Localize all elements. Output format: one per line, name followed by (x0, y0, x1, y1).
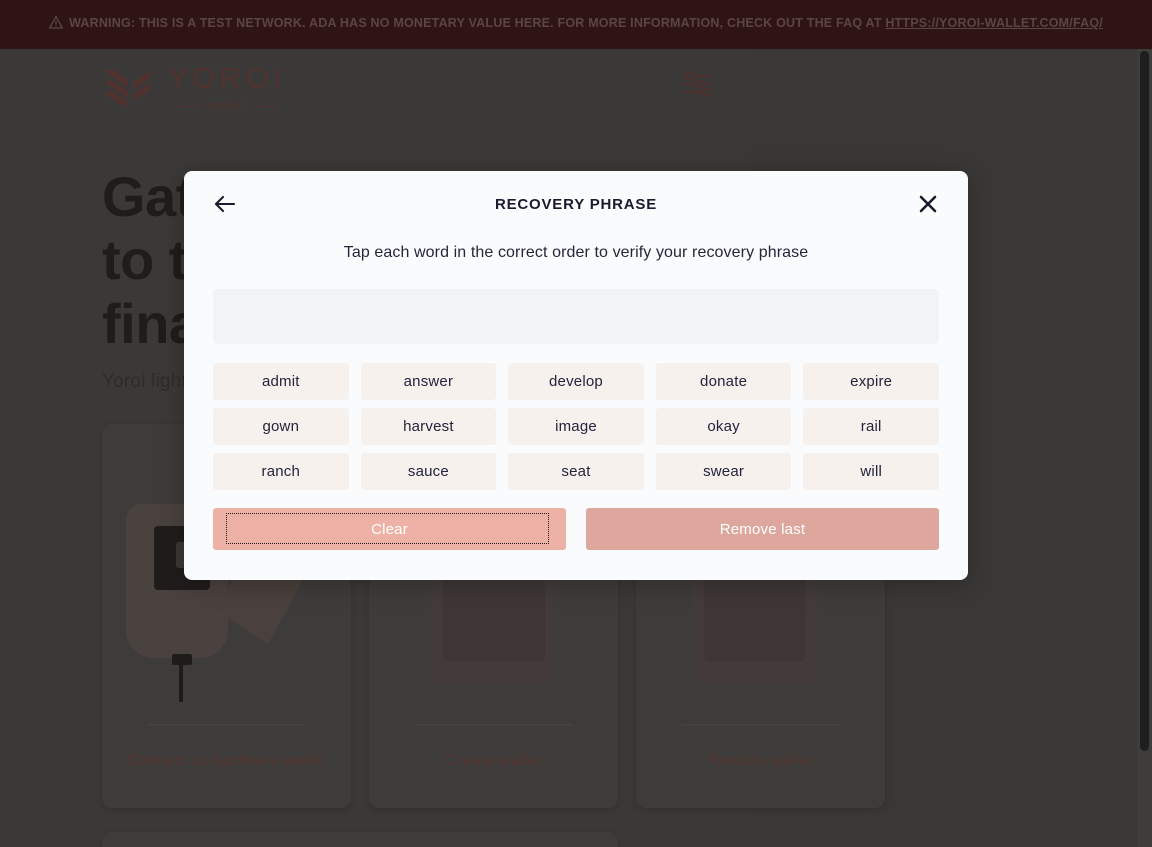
close-button[interactable] (914, 190, 942, 218)
selected-phrase-box[interactable] (213, 289, 939, 344)
warning-banner-text: WARNING: THIS IS A TEST NETWORK. ADA HAS… (48, 13, 1103, 36)
dialog-actions: Clear Remove last (213, 508, 939, 550)
faq-link[interactable]: HTTPS://YOROI-WALLET.COM/FAQ/ (885, 16, 1103, 30)
word-chip[interactable]: gown (213, 408, 349, 445)
word-chip[interactable]: admit (213, 363, 349, 400)
arrow-left-icon (214, 195, 236, 213)
back-button[interactable] (212, 191, 238, 217)
word-chip[interactable]: swear (655, 453, 792, 490)
word-chip[interactable]: donate (655, 363, 792, 400)
warning-triangle-icon (48, 15, 64, 36)
word-chip[interactable]: expire (803, 363, 939, 400)
word-chip[interactable]: sauce (360, 453, 497, 490)
close-x-icon (919, 195, 937, 213)
word-chip[interactable]: develop (508, 363, 644, 400)
word-chip[interactable]: will (803, 453, 939, 490)
dialog-header: RECOVERY PHRASE (184, 171, 968, 237)
word-chip[interactable]: ranch (213, 453, 349, 490)
word-chip[interactable]: image (508, 408, 644, 445)
word-chip[interactable]: seat (508, 453, 644, 490)
warning-text: WARNING: THIS IS A TEST NETWORK. ADA HAS… (69, 16, 886, 31)
dialog-title: RECOVERY PHRASE (494, 195, 658, 213)
remove-last-button-label: Remove last (719, 520, 806, 538)
clear-button-label: Clear (371, 520, 408, 538)
clear-button[interactable]: Clear (213, 508, 566, 550)
word-chip[interactable]: harvest (360, 408, 497, 445)
word-chip[interactable]: okay (655, 408, 792, 445)
word-choice-grid: admit answer develop donate expire gown … (213, 363, 939, 490)
dialog-instruction: Tap each word in the correct order to ve… (343, 244, 809, 261)
word-chip[interactable]: rail (803, 408, 939, 445)
recovery-phrase-dialog: RECOVERY PHRASE Tap each word in the cor… (184, 171, 968, 580)
app-root: WARNING: THIS IS A TEST NETWORK. ADA HAS… (0, 0, 1152, 847)
test-network-warning-banner: WARNING: THIS IS A TEST NETWORK. ADA HAS… (0, 0, 1152, 49)
word-chip[interactable]: answer (360, 363, 497, 400)
remove-last-button[interactable]: Remove last (586, 508, 939, 550)
